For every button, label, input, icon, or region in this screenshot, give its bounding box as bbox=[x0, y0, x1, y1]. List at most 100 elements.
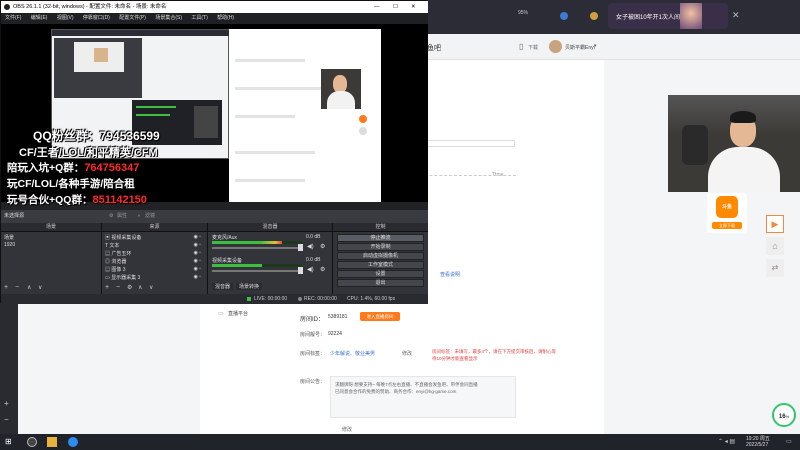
virtual-camera-button[interactable]: 启动虚拟摄像机 bbox=[337, 252, 424, 260]
menu-tools[interactable]: 工具(T) bbox=[191, 13, 207, 24]
home-icon[interactable]: ⌂ bbox=[766, 237, 784, 255]
input-box[interactable] bbox=[423, 140, 515, 147]
person-shirt bbox=[708, 147, 780, 192]
nav-title-fragment[interactable]: 鱼吧 bbox=[427, 43, 441, 53]
eye-icon[interactable]: ◉ ▫ bbox=[193, 250, 201, 256]
tab-scene-transitions[interactable]: 场景转换 bbox=[236, 283, 263, 290]
exit-button[interactable]: 退出 bbox=[337, 279, 424, 287]
move-up-icon[interactable]: ∧ bbox=[138, 284, 142, 291]
add-scene-icon[interactable]: + bbox=[4, 284, 8, 291]
progress-ring: 16% bbox=[772, 403, 796, 427]
eye-icon[interactable]: ◉ ▫ bbox=[193, 234, 201, 240]
clock-time[interactable]: 19:20 周五 bbox=[746, 435, 770, 442]
obs-preview[interactable]: QQ粉丝群：794536599 CF/王者/LOL/和平精英/CFM 陪玩入坑+… bbox=[1, 24, 428, 210]
browser-tab-active[interactable]: 女子被困10年开1次人间 bbox=[608, 3, 728, 29]
volume-slider-handle[interactable] bbox=[298, 267, 303, 274]
source-item[interactable]: ◎ 浏览器 ◉ ▫ bbox=[105, 258, 205, 265]
download-button[interactable]: 立即下载 bbox=[712, 222, 742, 229]
source-item[interactable]: ▤ 图像 3 ◉ ▫ bbox=[105, 266, 205, 273]
folder-taskbar-icon[interactable] bbox=[47, 437, 57, 447]
browser-taskbar-icon[interactable] bbox=[68, 437, 78, 447]
speaker-icon[interactable]: ◀) bbox=[307, 243, 314, 250]
user-name[interactable]: 贝斯平霸Enyi bbox=[565, 44, 595, 51]
remove-scene-icon[interactable]: − bbox=[15, 284, 19, 291]
eye-icon[interactable]: ◉ ▫ bbox=[193, 266, 201, 272]
overlay-line-3-value: 764756347 bbox=[84, 162, 140, 174]
menu-scene-collection[interactable]: 场景集合(S) bbox=[155, 13, 182, 24]
scene-item[interactable]: 1920 bbox=[4, 242, 15, 248]
minus-icon[interactable]: − bbox=[4, 415, 9, 424]
announce-box[interactable]: 求翻牌呀 想要支持~ 每晚7点左右直播、不直播会发鱼吧、带伴会同直播 已同意会合… bbox=[330, 376, 516, 418]
volume-slider-handle[interactable] bbox=[298, 244, 303, 251]
source-item[interactable]: ▤ 广告五环 ◉ ▫ bbox=[105, 250, 205, 257]
room-tags-edit[interactable]: 修改 bbox=[402, 350, 412, 357]
app-download-card[interactable]: 斗鱼 立即下载 bbox=[707, 193, 747, 233]
menu-file[interactable]: 文件(F) bbox=[5, 13, 21, 24]
enter-room-button[interactable]: 进入直播房间 bbox=[360, 312, 400, 321]
share-icon[interactable]: ⇄ bbox=[766, 259, 784, 277]
folder-icon[interactable] bbox=[590, 12, 598, 20]
menu-help[interactable]: 帮助(H) bbox=[217, 13, 234, 24]
maximize-icon[interactable]: ☐ bbox=[393, 1, 398, 13]
volume-slider[interactable] bbox=[212, 247, 302, 249]
source-item[interactable]: T 文本 ◉ ▫ bbox=[105, 242, 205, 249]
gear-icon[interactable]: ⚙ bbox=[109, 210, 113, 223]
progress-percent: 16 bbox=[778, 414, 786, 420]
gear-icon[interactable]: ⚙ bbox=[320, 243, 325, 250]
tab-close-icon[interactable]: ✕ bbox=[732, 10, 740, 21]
menu-docks[interactable]: 停靠窗口(D) bbox=[83, 13, 110, 24]
sidebar-item-platform[interactable]: 直播平台 bbox=[228, 310, 248, 317]
studio-mode-button[interactable]: 工作室模式 bbox=[337, 261, 424, 269]
chevron-down-icon[interactable]: ▾ bbox=[594, 43, 597, 49]
remove-source-icon[interactable]: − bbox=[116, 284, 120, 291]
volume-slider[interactable] bbox=[212, 270, 302, 272]
windows-start-icon[interactable]: ⊞ bbox=[5, 437, 12, 446]
eye-icon[interactable]: ◉ ▫ bbox=[193, 258, 201, 264]
stop-stream-button[interactable]: 停止推流 bbox=[337, 234, 424, 242]
filters-button[interactable]: 滤镜 bbox=[145, 210, 155, 223]
minimize-icon[interactable]: — bbox=[374, 1, 380, 13]
clock-date[interactable]: 2022/5/27 bbox=[746, 442, 768, 448]
speaker-icon[interactable]: ◀) bbox=[307, 266, 314, 273]
play-circle-icon[interactable]: ▶ bbox=[766, 215, 784, 233]
start-recording-button[interactable]: 开始录制 bbox=[337, 243, 424, 251]
announce-edit[interactable]: 修改 bbox=[342, 426, 352, 433]
room-id-label: 房间ID： bbox=[300, 317, 325, 323]
notification-icon[interactable]: ▭ bbox=[786, 438, 792, 445]
room-tags: 少年解说、敬业美男 bbox=[330, 351, 376, 357]
obs-taskbar-icon[interactable] bbox=[27, 437, 37, 447]
close-icon[interactable]: ✕ bbox=[411, 1, 416, 13]
no-source-label: 未选择源 bbox=[4, 213, 25, 219]
browser-icon[interactable] bbox=[560, 12, 568, 20]
menu-edit[interactable]: 编辑(E) bbox=[31, 13, 48, 24]
move-up-icon[interactable]: ∧ bbox=[27, 284, 31, 291]
menu-profile[interactable]: 配置文件(P) bbox=[119, 13, 146, 24]
tray-icons[interactable]: ⌃ ◂ ▤ bbox=[718, 438, 735, 445]
filter-icon[interactable]: ◑ bbox=[137, 210, 140, 223]
tab-mixer[interactable]: 混音器 bbox=[212, 283, 234, 290]
avatar[interactable] bbox=[549, 40, 562, 53]
source-item[interactable]: ▭ 显示器采集 3 ◉ ▫ bbox=[105, 274, 205, 281]
zoom-level[interactable]: 95% bbox=[518, 10, 528, 16]
gear-icon[interactable]: ⚙ bbox=[320, 266, 325, 273]
source-settings-icon[interactable]: ⚙ bbox=[127, 284, 132, 291]
properties-button[interactable]: 属性 bbox=[117, 210, 127, 223]
add-source-icon[interactable]: + bbox=[105, 284, 109, 291]
menu-view[interactable]: 视图(V) bbox=[57, 13, 74, 24]
overlay-line-5-value: 851142150 bbox=[92, 194, 147, 206]
overlay-line-3: 陪玩入坑+Q群：764756347 bbox=[7, 160, 139, 175]
eye-icon[interactable]: ◉ ▫ bbox=[193, 242, 201, 248]
move-down-icon[interactable]: ∨ bbox=[38, 284, 42, 291]
chair-shape bbox=[682, 125, 708, 165]
add-icon[interactable]: + bbox=[4, 399, 9, 408]
help-link[interactable]: 查看说明 bbox=[440, 271, 460, 278]
source-item[interactable]: ▣ 视频采集设备 ◉ ▫ bbox=[105, 234, 205, 241]
eye-icon[interactable]: ◉ ▫ bbox=[193, 274, 201, 280]
room-tags-tip: 房间标签：未填写，最多4个，请在下方提交审核后，请耐心等待10分钟才能查看显示 bbox=[432, 349, 557, 361]
move-down-icon[interactable]: ∨ bbox=[149, 284, 153, 291]
scene-item[interactable]: 场景 bbox=[4, 234, 14, 241]
left-sidebar: + − bbox=[0, 303, 18, 434]
download-link[interactable]: 下载 bbox=[528, 44, 538, 51]
nested-line bbox=[235, 179, 305, 182]
settings-button[interactable]: 设置 bbox=[337, 270, 424, 278]
